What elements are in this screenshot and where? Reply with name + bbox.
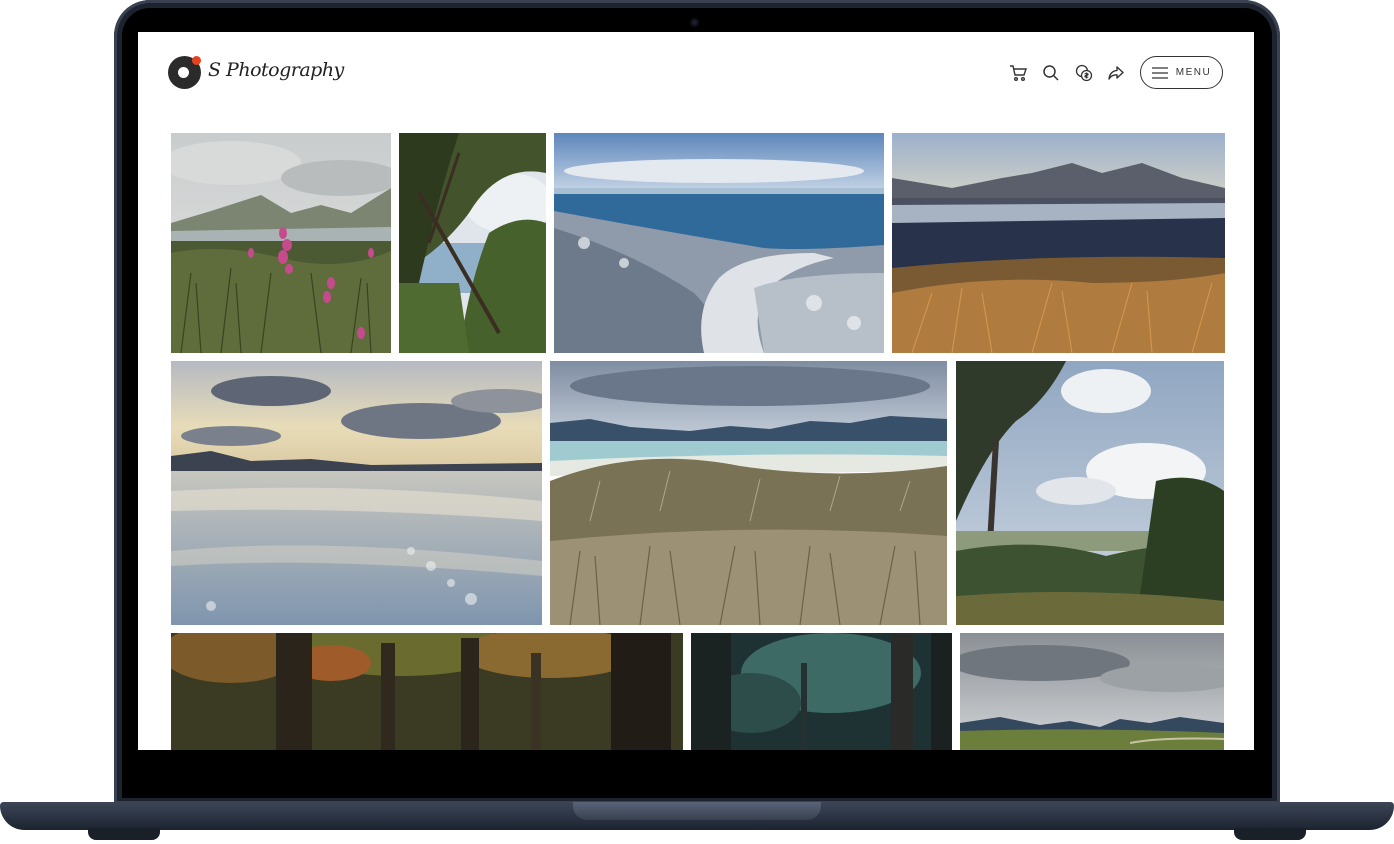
photo-beach-sunset[interactable] — [171, 361, 542, 625]
photo-cloudy-moor[interactable] — [960, 633, 1224, 750]
laptop-foot-left — [88, 828, 160, 840]
photo-tidal-flats-mountains[interactable] — [892, 133, 1225, 353]
laptop-open-notch — [573, 802, 821, 820]
photo-foxgloves-mountain-lake[interactable] — [171, 133, 391, 353]
photo-dunes-beach[interactable] — [550, 361, 947, 625]
photo-pine-forest[interactable] — [691, 633, 952, 750]
screen-chin — [122, 750, 1272, 798]
photo-autumn-forest[interactable] — [171, 633, 683, 750]
photo-trees-coast[interactable] — [399, 133, 546, 353]
camera-icon — [690, 18, 699, 27]
browser-viewport: S Photography MENU — [138, 32, 1254, 750]
photo-gallery — [138, 32, 1254, 750]
photo-coastal-path[interactable] — [554, 133, 884, 353]
laptop-foot-right — [1234, 828, 1306, 840]
photo-eucalyptus-valley[interactable] — [956, 361, 1224, 625]
